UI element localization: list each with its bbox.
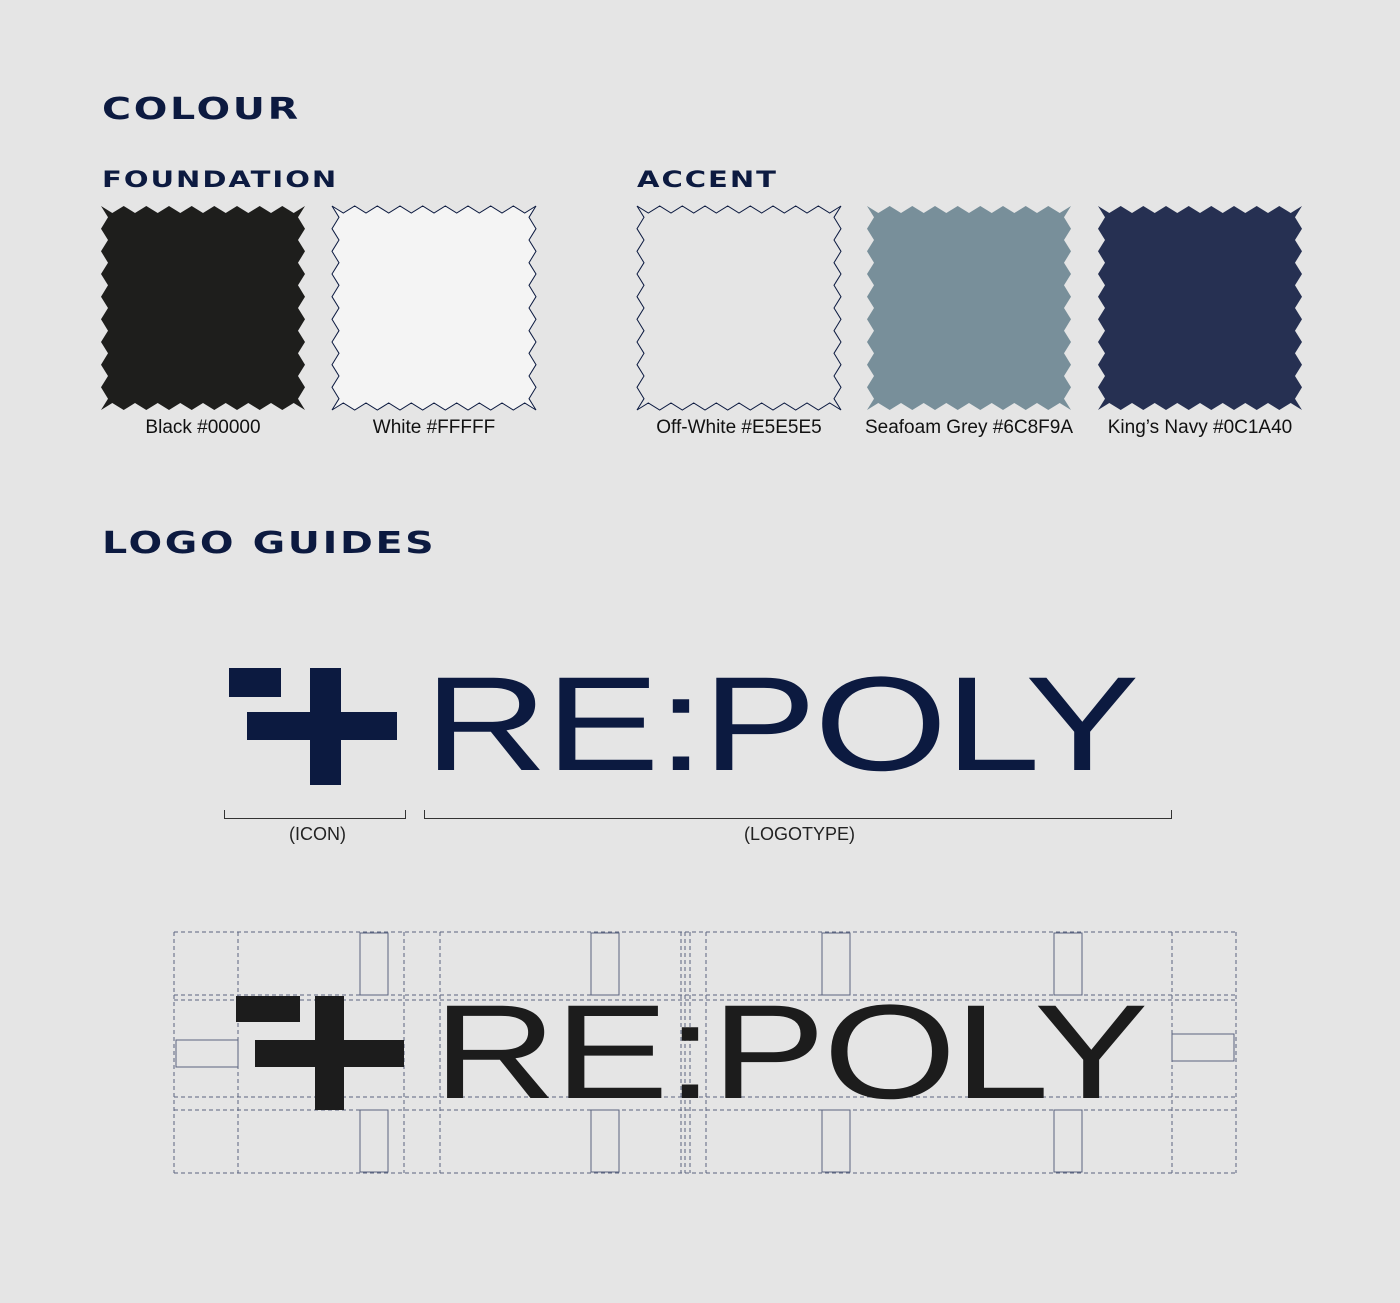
- logotype-guide: RE:POLY: [433, 978, 1148, 1127]
- guide-icon: [236, 996, 404, 1110]
- clearspace-box: [1171, 1033, 1235, 1062]
- clearspace-box: [359, 1109, 389, 1173]
- clearspace-box: [175, 1039, 239, 1068]
- clearspace-box: [359, 932, 389, 996]
